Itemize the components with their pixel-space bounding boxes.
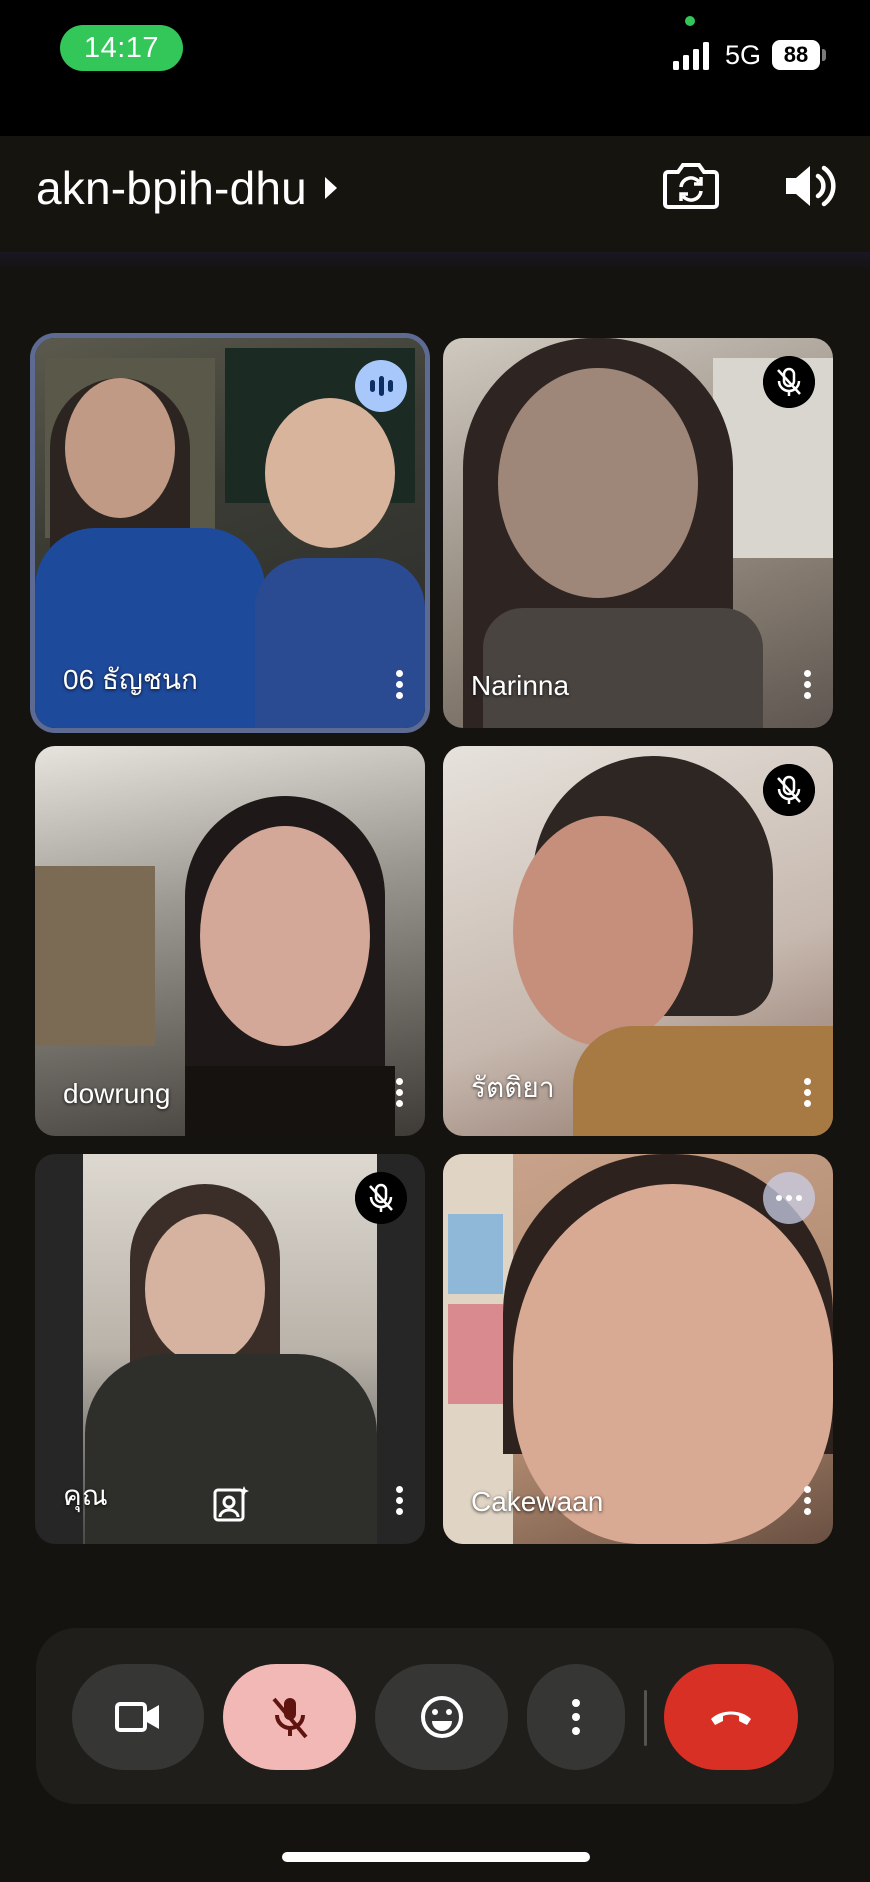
microphone-off-icon — [271, 1697, 308, 1739]
participant-name: Narinna — [471, 670, 570, 701]
more-status-icon — [763, 1172, 815, 1224]
end-call-button[interactable] — [664, 1664, 798, 1770]
flip-camera-icon[interactable] — [662, 160, 720, 210]
participant-tile[interactable]: Cakewaan — [443, 1154, 833, 1544]
camera-toggle-button[interactable] — [72, 1664, 204, 1770]
home-indicator[interactable] — [282, 1852, 590, 1862]
meeting-code-button[interactable]: akn-bpih-dhu — [36, 161, 337, 215]
caret-right-icon — [324, 177, 337, 199]
microphone-off-icon — [763, 764, 815, 816]
microphone-off-icon — [355, 1172, 407, 1224]
participant-name: dowrung — [63, 1078, 171, 1109]
participant-tile[interactable]: Narinna — [443, 338, 833, 728]
participant-tile[interactable]: รัตติยา — [443, 746, 833, 1136]
camera-in-use-indicator — [685, 16, 695, 26]
cellular-signal-icon — [673, 42, 709, 70]
control-divider — [644, 1690, 647, 1746]
tile-options-icon[interactable] — [795, 1074, 819, 1114]
participant-tile[interactable]: 06 ธัญชนก — [35, 338, 425, 728]
tile-options-icon[interactable] — [387, 666, 411, 706]
speaking-indicator-icon — [355, 360, 407, 412]
network-type-label: 5G — [725, 40, 762, 70]
tile-options-icon[interactable] — [795, 666, 819, 706]
participant-name: 06 ธัญชนก — [63, 664, 198, 695]
tile-options-icon[interactable] — [795, 1482, 819, 1522]
reactions-button[interactable] — [375, 1664, 508, 1770]
portrait-effects-icon[interactable] — [211, 1484, 251, 1524]
video-camera-icon — [115, 1702, 159, 1732]
end-call-icon — [711, 1711, 751, 1725]
participant-tile[interactable]: dowrung — [35, 746, 425, 1136]
microphone-toggle-button[interactable] — [223, 1664, 356, 1770]
tile-options-icon[interactable] — [387, 1482, 411, 1522]
header-divider — [0, 252, 870, 270]
more-options-icon — [572, 1699, 580, 1735]
more-options-button[interactable] — [527, 1664, 625, 1770]
emoji-reaction-icon — [420, 1696, 463, 1738]
speaker-volume-icon[interactable] — [780, 160, 838, 212]
microphone-off-icon — [763, 356, 815, 408]
battery-tip — [822, 49, 826, 61]
status-time[interactable]: 14:17 — [60, 25, 183, 71]
participant-name: คุณ — [63, 1480, 108, 1511]
self-participant-tile[interactable]: คุณ — [35, 1154, 425, 1544]
battery-indicator: 88 — [772, 40, 820, 70]
tile-options-icon[interactable] — [387, 1074, 411, 1114]
meeting-code-label: akn-bpih-dhu — [36, 162, 307, 214]
participant-name: รัตติยา — [471, 1072, 555, 1103]
participant-name: Cakewaan — [471, 1486, 604, 1517]
